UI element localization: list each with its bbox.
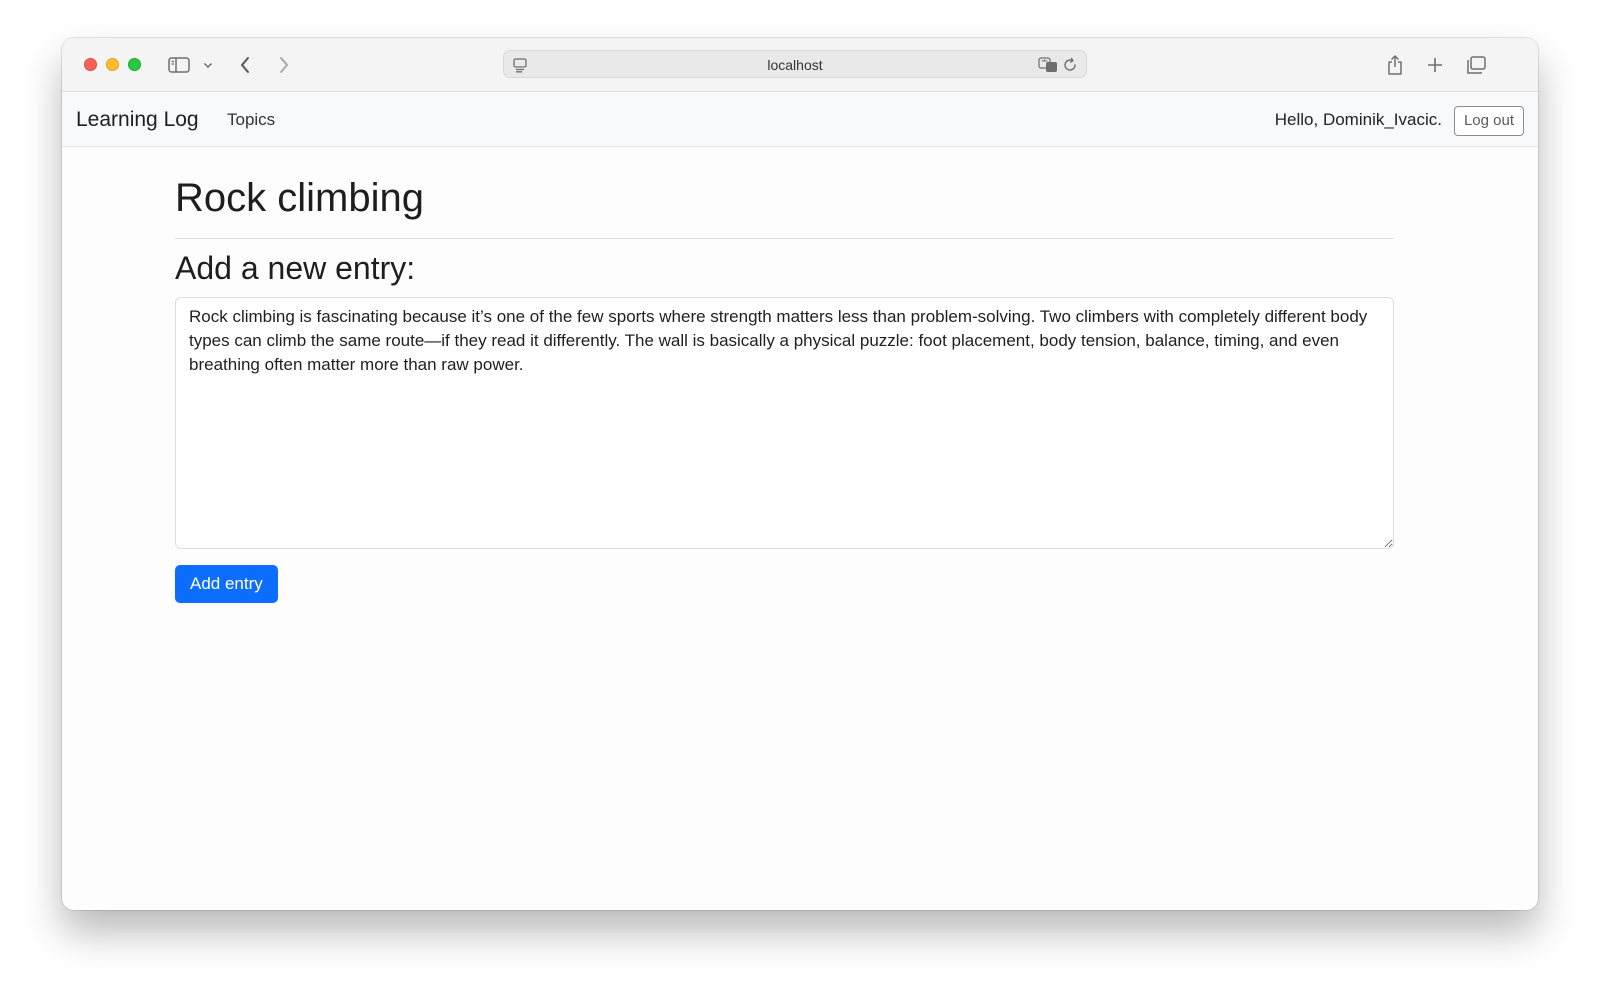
forward-button[interactable] xyxy=(273,52,295,78)
plus-icon xyxy=(1428,58,1442,72)
browser-toolbar: localhost xyxy=(62,38,1538,92)
new-tab-button[interactable] xyxy=(1423,52,1447,78)
sidebar-menu-button[interactable] xyxy=(200,52,216,78)
navbar: Learning Log Topics Hello, Dominik_Ivaci… xyxy=(62,93,1538,147)
nav-link-topics[interactable]: Topics xyxy=(227,93,275,147)
reload-icon[interactable] xyxy=(1062,57,1078,78)
url-text[interactable]: localhost xyxy=(504,51,1086,79)
page-viewport: Learning Log Topics Hello, Dominik_Ivaci… xyxy=(62,93,1538,910)
new-entry-form: Rock climbing is fascinating because it’… xyxy=(175,297,1394,603)
browser-window: localhost Learning Log Topics Hello, Dom… xyxy=(62,38,1538,910)
user-greeting: Hello, Dominik_Ivacic. xyxy=(1274,110,1442,129)
brand-link[interactable]: Learning Log xyxy=(76,93,199,147)
entry-textarea[interactable]: Rock climbing is fascinating because it’… xyxy=(175,297,1394,549)
share-icon xyxy=(1388,55,1402,75)
address-bar[interactable]: localhost xyxy=(503,50,1087,78)
section-title: Add a new entry: xyxy=(175,250,416,286)
tab-overview-button[interactable] xyxy=(1464,52,1488,78)
maximize-window-button[interactable] xyxy=(128,58,141,71)
chevron-right-icon xyxy=(280,57,288,73)
logout-button[interactable]: Log out xyxy=(1453,106,1524,136)
chevron-left-icon xyxy=(241,57,249,73)
minimize-window-button[interactable] xyxy=(106,58,119,71)
sidebar-toggle-button[interactable] xyxy=(166,52,192,78)
translate-icon[interactable] xyxy=(1038,57,1058,78)
chevron-down-icon xyxy=(203,62,213,68)
share-button[interactable] xyxy=(1383,52,1407,78)
main-content: Rock climbing Add a new entry: Rock clim… xyxy=(175,147,1394,603)
page-title: Rock climbing xyxy=(175,174,1394,239)
back-button[interactable] xyxy=(234,52,256,78)
close-window-button[interactable] xyxy=(84,58,97,71)
tabs-icon xyxy=(1467,56,1486,74)
sidebar-icon xyxy=(168,57,190,73)
desktop: localhost Learning Log Topics Hello, Dom… xyxy=(0,0,1600,983)
add-entry-button[interactable]: Add entry xyxy=(175,565,278,603)
